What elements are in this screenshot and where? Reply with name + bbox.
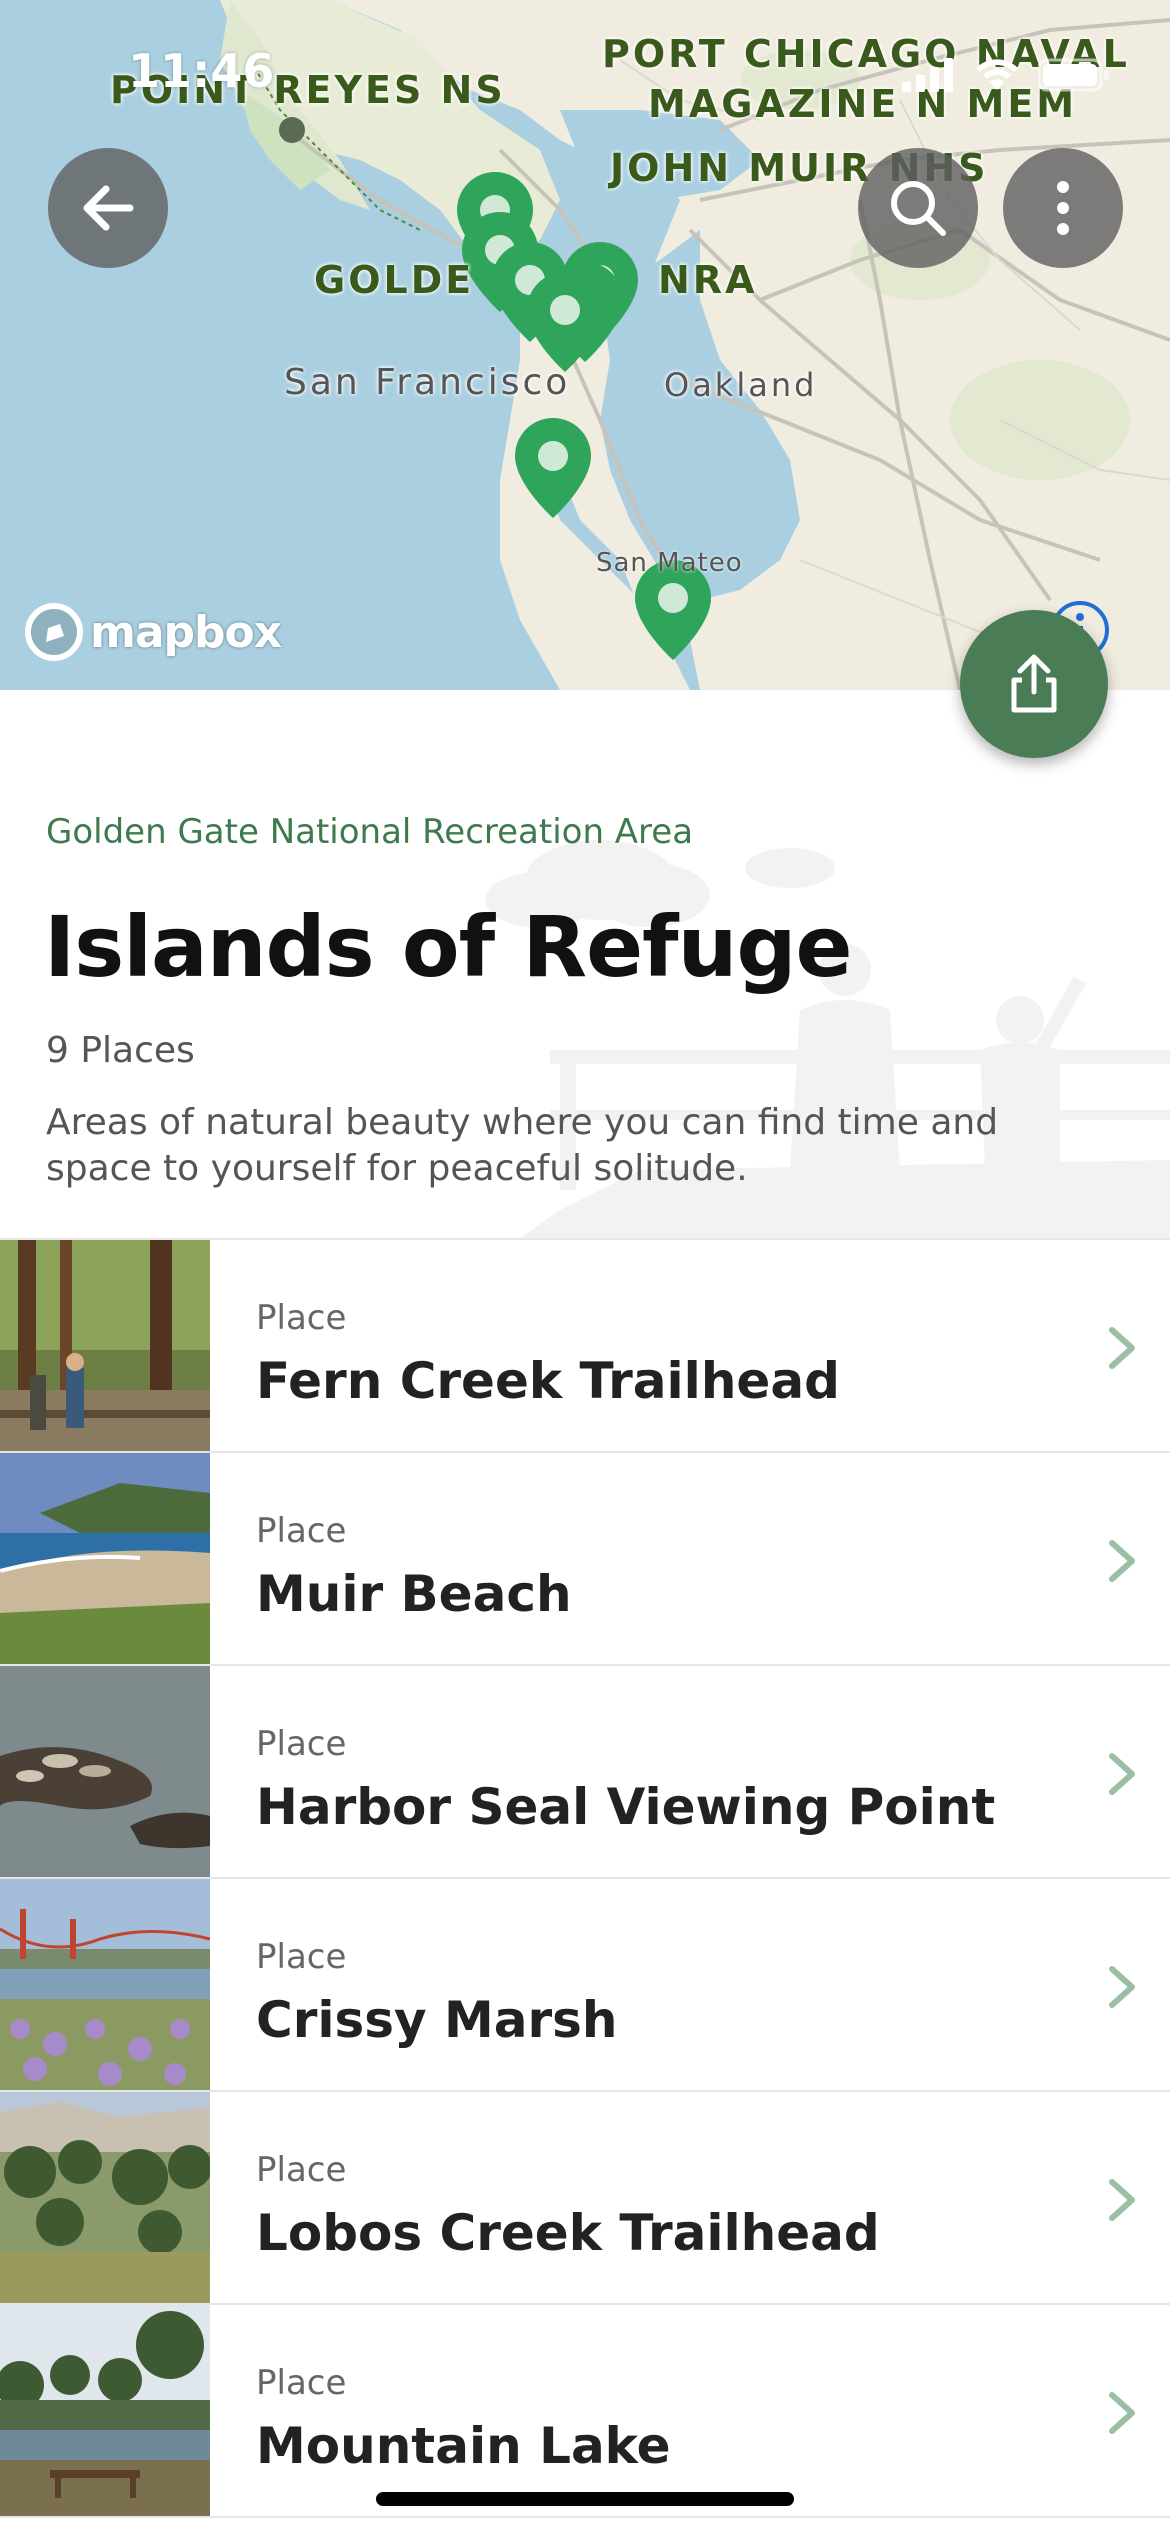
search-button[interactable] [858,148,978,268]
list-item[interactable]: Place Fern Creek Trailhead [0,1240,1170,1453]
share-button[interactable] [960,610,1108,758]
battery-icon [1038,58,1109,92]
map-label-san-francisco: San Francisco [284,362,571,403]
place-kind: Place [256,1724,347,1764]
place-kind: Place [256,2363,347,2403]
place-name: Muir Beach [256,1565,572,1623]
arrow-left-icon [83,185,134,231]
chevron-right-icon [1109,1327,1135,1369]
list-item[interactable]: Place Lobos Creek Trailhead [0,2092,1170,2305]
place-kind: Place [256,1298,347,1338]
back-button[interactable] [48,148,168,268]
place-name: Crissy Marsh [256,1991,618,2049]
place-kind: Place [256,2150,347,2190]
list-item[interactable]: Place Crissy Marsh [0,1879,1170,2092]
mapbox-attribution[interactable]: mapbox [24,602,282,662]
list-item[interactable]: Place Muir Beach [0,1453,1170,1666]
status-time: 11:46 [128,44,275,98]
place-thumbnail [0,1240,210,1451]
page-title: Islands of Refuge [44,898,852,996]
place-kind: Place [256,1511,347,1551]
map-label-nra: NRA [658,258,758,302]
share-icon [1011,654,1057,713]
list-item[interactable]: Place Mountain Lake [0,2305,1170,2518]
map-view[interactable]: POINT REYES NS PORT CHICAGO NAVAL MAGAZI… [0,0,1170,690]
more-options-button[interactable] [1003,148,1123,268]
mapbox-text: mapbox [90,606,282,658]
collection-header: Golden Gate National Recreation Area Isl… [0,690,1170,1238]
place-thumbnail [0,1453,210,1664]
chevron-right-icon [1109,1966,1135,2008]
home-indicator[interactable] [376,2492,794,2506]
map-label-san-mateo: San Mateo [596,548,743,578]
signal-icon [902,58,953,92]
chevron-right-icon [1109,2179,1135,2221]
place-name: Lobos Creek Trailhead [256,2204,880,2262]
place-kind: Place [256,1937,347,1977]
places-count: 9 Places [46,1030,195,1071]
place-thumbnail [0,2092,210,2303]
wifi-icon [976,59,1018,90]
places-list: Place Fern Creek Trailhead Place Muir Be… [0,1238,1170,2518]
park-name-link[interactable]: Golden Gate National Recreation Area [46,812,693,852]
search-icon [891,181,946,236]
list-item[interactable]: Place Harbor Seal Viewing Point [0,1666,1170,1879]
place-thumbnail [0,1666,210,1877]
place-thumbnail [0,2305,210,2516]
map-label-golden-gate: GOLDE [314,258,475,302]
place-name: Harbor Seal Viewing Point [256,1778,996,1836]
more-vertical-icon [1057,181,1069,235]
chevron-right-icon [1109,2392,1135,2434]
collection-description: Areas of natural beauty where you can fi… [46,1102,999,1189]
mapbox-logo-icon [25,603,83,661]
place-name: Mountain Lake [256,2417,671,2475]
map-label-oakland: Oakland [664,366,818,404]
chevron-right-icon [1109,1753,1135,1795]
chevron-right-icon [1109,1540,1135,1582]
status-icons [902,58,1110,92]
place-name: Fern Creek Trailhead [256,1352,840,1410]
place-thumbnail [0,1879,210,2090]
